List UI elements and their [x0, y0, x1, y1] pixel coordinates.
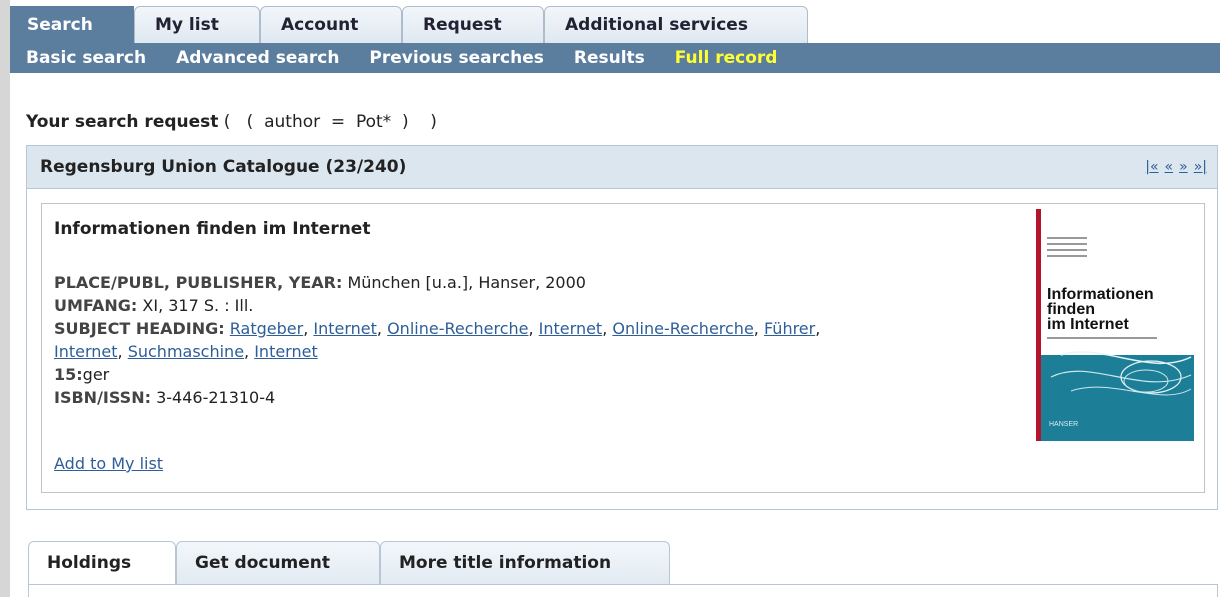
- field-value: XI, 317 S. : Ill.: [137, 296, 254, 315]
- subnav-full-record[interactable]: Full record: [675, 48, 778, 68]
- record-detail-tabs: Holdings Get document More title informa…: [28, 541, 670, 584]
- cover-publisher: HANSER: [1049, 421, 1079, 428]
- search-subnav: Basic search Advanced search Previous se…: [10, 43, 1220, 98]
- tab-panel-left-border: [28, 584, 29, 597]
- add-to-my-list-link[interactable]: Add to My list: [54, 454, 163, 473]
- field-value: ger: [82, 365, 110, 384]
- tab-panel-border: [28, 584, 1218, 585]
- tab-account[interactable]: Account: [260, 6, 402, 43]
- subject-link[interactable]: Internet: [254, 342, 318, 361]
- field-label: UMFANG:: [54, 296, 138, 315]
- catalogue-title: Regensburg Union Catalogue (23/240): [40, 157, 407, 177]
- tab-get-document[interactable]: Get document: [176, 541, 380, 584]
- subnav-advanced-search[interactable]: Advanced search: [176, 48, 339, 68]
- cover-author-lines: [1047, 237, 1127, 261]
- subject-link[interactable]: Internet: [54, 342, 118, 361]
- field-place-publisher: PLACE/PUBL, PUBLISHER, YEAR: München [u.…: [54, 271, 1014, 294]
- subject-link[interactable]: Ratgeber: [230, 319, 303, 338]
- subject-link[interactable]: Online-Recherche: [387, 319, 528, 338]
- subject-link[interactable]: Internet: [313, 319, 377, 338]
- record-navigation: |« « » »|: [1145, 159, 1207, 175]
- subject-link[interactable]: Internet: [539, 319, 603, 338]
- search-request-query: ( ( author = Pot* ) ): [218, 112, 437, 132]
- subnav-results[interactable]: Results: [574, 48, 645, 68]
- next-record-link[interactable]: »: [1179, 159, 1188, 175]
- field-label: ISBN/ISSN:: [54, 388, 151, 407]
- main-tab-bar: Search My list Account Request Additiona…: [10, 6, 808, 43]
- search-request-line: Your search request ( ( author = Pot* ) …: [26, 112, 437, 132]
- first-record-link[interactable]: |«: [1145, 159, 1158, 175]
- tab-my-list[interactable]: My list: [134, 6, 260, 43]
- field-label: PLACE/PUBL, PUBLISHER, YEAR:: [54, 273, 343, 292]
- tab-panel-right-border: [1217, 584, 1218, 597]
- record-title: Informationen finden im Internet: [54, 219, 371, 239]
- tab-holdings[interactable]: Holdings: [28, 541, 176, 584]
- tab-request[interactable]: Request: [402, 6, 544, 43]
- tab-additional-services[interactable]: Additional services: [544, 6, 808, 43]
- field-subject-heading: SUBJECT HEADING: Ratgeber, Internet, Onl…: [54, 319, 821, 361]
- cover-white-area: [1041, 209, 1194, 355]
- subnav-basic-search[interactable]: Basic search: [26, 48, 146, 68]
- subject-link[interactable]: Führer: [764, 319, 815, 338]
- field-value: München [u.a.], Hanser, 2000: [342, 273, 586, 292]
- field-value: 3-446-21310-4: [150, 388, 276, 407]
- catalogue-header: Regensburg Union Catalogue (23/240) |« «…: [27, 146, 1217, 189]
- subnav-spacer: [10, 73, 1220, 98]
- field-isbn: ISBN/ISSN: 3-446-21310-4: [54, 386, 1014, 409]
- field-umfang: UMFANG: XI, 317 S. : Ill.: [54, 294, 1014, 317]
- book-cover-image: Informationen finden im Internet HANSER: [1036, 209, 1194, 441]
- field-language: 15:ger: [54, 363, 1014, 386]
- subject-link[interactable]: Online-Recherche: [612, 319, 753, 338]
- subject-link[interactable]: Suchmaschine: [128, 342, 244, 361]
- tab-more-title-information[interactable]: More title information: [380, 541, 670, 584]
- cover-subtitle-line: [1047, 337, 1157, 339]
- record-fields: PLACE/PUBL, PUBLISHER, YEAR: München [u.…: [54, 271, 1014, 409]
- cover-title: Informationen finden im Internet: [1047, 286, 1154, 333]
- last-record-link[interactable]: »|: [1194, 159, 1207, 175]
- field-label: SUBJECT HEADING:: [54, 319, 225, 338]
- catalogue-panel: Regensburg Union Catalogue (23/240) |« «…: [26, 145, 1218, 510]
- tab-search[interactable]: Search: [10, 6, 134, 43]
- cover-swirl-graphic: [1050, 351, 1192, 396]
- left-margin-strip: [0, 0, 10, 597]
- previous-record-link[interactable]: «: [1165, 159, 1174, 175]
- field-label: 15:: [54, 365, 83, 384]
- subnav-previous-searches[interactable]: Previous searches: [369, 48, 543, 68]
- full-record-box: Informationen finden im Internet PLACE/P…: [41, 203, 1205, 493]
- search-request-label: Your search request: [26, 112, 219, 132]
